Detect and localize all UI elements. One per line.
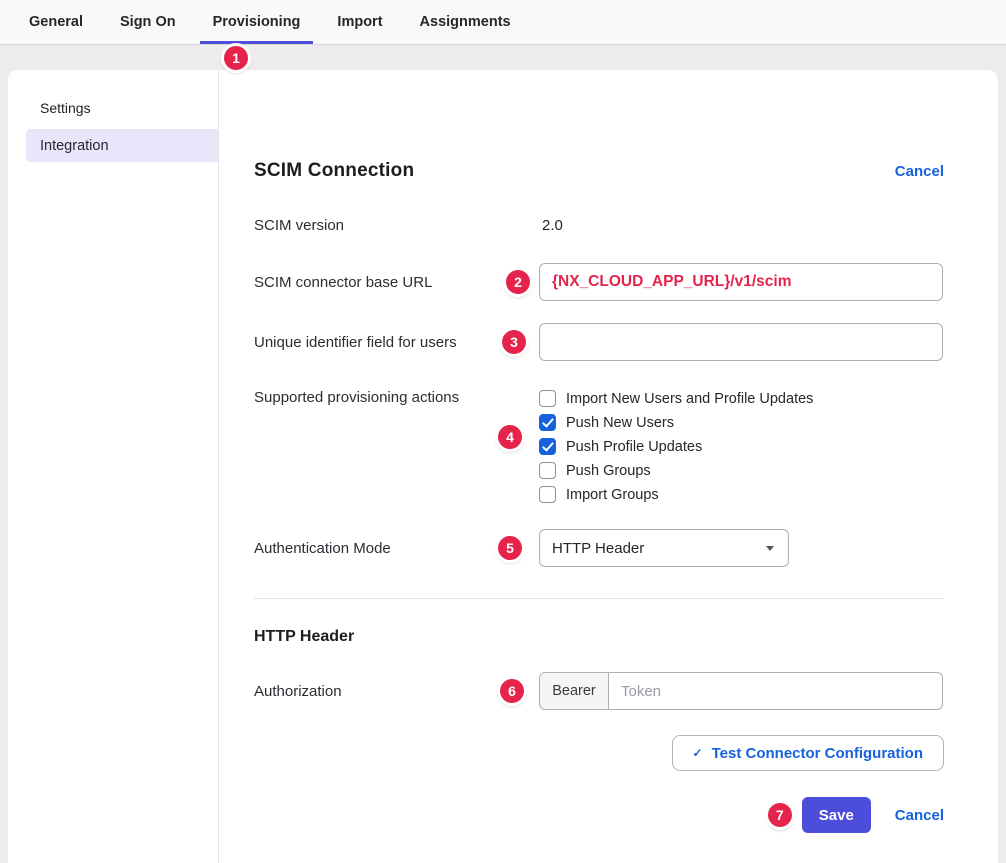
test-connector-button[interactable]: ✓ Test Connector Configuration	[672, 735, 944, 771]
form-header: SCIM Connection Cancel	[254, 160, 944, 182]
option-label: Import Groups	[566, 487, 659, 503]
tab-import[interactable]: Import	[324, 0, 395, 44]
checkbox-icon[interactable]	[539, 462, 556, 479]
tab-bar: General Sign On Provisioning Import Assi…	[0, 0, 1006, 45]
option-label: Push New Users	[566, 415, 674, 431]
checkbox-icon[interactable]	[539, 414, 556, 431]
annotation-badge-7: 7	[768, 803, 792, 827]
option-label: Push Groups	[566, 463, 651, 479]
tab-provisioning[interactable]: Provisioning	[200, 0, 314, 44]
option-label: Push Profile Updates	[566, 439, 702, 455]
scim-version-label: SCIM version	[254, 217, 539, 234]
provisioning-panel: Settings Integration SCIM Connection Can…	[8, 70, 998, 863]
annotation-badge-3: 3	[502, 330, 526, 354]
authentication-mode-select[interactable]: HTTP Header	[539, 529, 789, 567]
chevron-down-icon	[766, 546, 774, 551]
authentication-mode-value: HTTP Header	[552, 540, 644, 557]
page-title: SCIM Connection	[254, 160, 414, 182]
cancel-link-top[interactable]: Cancel	[895, 163, 944, 180]
annotation-badge-5: 5	[498, 536, 522, 560]
http-header-section-title: HTTP Header	[254, 628, 944, 646]
checkbox-icon[interactable]	[539, 390, 556, 407]
option-push-profile-updates[interactable]: Push Profile Updates	[539, 438, 813, 455]
save-button[interactable]: Save	[802, 797, 871, 833]
provisioning-actions-row: Supported provisioning actions Import Ne…	[254, 389, 944, 503]
unique-id-label: Unique identifier field for users	[254, 334, 539, 351]
section-divider	[254, 598, 944, 599]
provisioning-actions-label: Supported provisioning actions	[254, 389, 539, 406]
provisioning-actions-list: Import New Users and Profile Updates Pus…	[539, 389, 813, 503]
test-connector-label: Test Connector Configuration	[712, 745, 923, 762]
checkbox-icon[interactable]	[539, 486, 556, 503]
option-push-groups[interactable]: Push Groups	[539, 462, 813, 479]
token-input[interactable]	[609, 672, 943, 710]
scim-version-row: SCIM version 2.0	[254, 217, 944, 234]
annotation-badge-2: 2	[506, 270, 530, 294]
base-url-input[interactable]	[539, 263, 943, 301]
option-import-groups[interactable]: Import Groups	[539, 486, 813, 503]
authentication-mode-row: Authentication Mode HTTP Header 5	[254, 529, 944, 567]
authorization-input-group: Bearer	[539, 672, 943, 710]
option-label: Import New Users and Profile Updates	[566, 391, 813, 407]
authorization-label: Authorization	[254, 683, 539, 700]
base-url-label: SCIM connector base URL	[254, 274, 539, 291]
tab-general[interactable]: General	[16, 0, 96, 44]
bearer-prefix: Bearer	[539, 672, 609, 710]
authorization-row: Authorization Bearer 6	[254, 672, 944, 710]
sidebar-item-integration[interactable]: Integration	[26, 129, 218, 162]
checkbox-icon[interactable]	[539, 438, 556, 455]
scim-version-value: 2.0	[539, 217, 563, 234]
option-import-new-users[interactable]: Import New Users and Profile Updates	[539, 390, 813, 407]
tab-assignments[interactable]: Assignments	[407, 0, 524, 44]
cancel-button[interactable]: Cancel	[895, 807, 944, 824]
authentication-mode-label: Authentication Mode	[254, 540, 539, 557]
test-connector-row: ✓ Test Connector Configuration	[254, 735, 944, 771]
unique-id-input[interactable]	[539, 323, 943, 361]
tab-sign-on[interactable]: Sign On	[107, 0, 189, 44]
annotation-badge-1: 1	[224, 46, 248, 70]
scim-connection-form: SCIM Connection Cancel SCIM version 2.0 …	[219, 70, 998, 863]
annotation-badge-4: 4	[498, 425, 522, 449]
option-push-new-users[interactable]: Push New Users	[539, 414, 813, 431]
check-icon: ✓	[693, 747, 703, 759]
sidebar-heading: Settings	[8, 100, 218, 116]
save-row: 7 Save Cancel	[254, 797, 944, 833]
annotation-badge-6: 6	[500, 679, 524, 703]
unique-id-row: Unique identifier field for users 3	[254, 323, 944, 361]
base-url-row: SCIM connector base URL 2	[254, 263, 944, 301]
settings-sidebar: Settings Integration	[8, 70, 219, 863]
